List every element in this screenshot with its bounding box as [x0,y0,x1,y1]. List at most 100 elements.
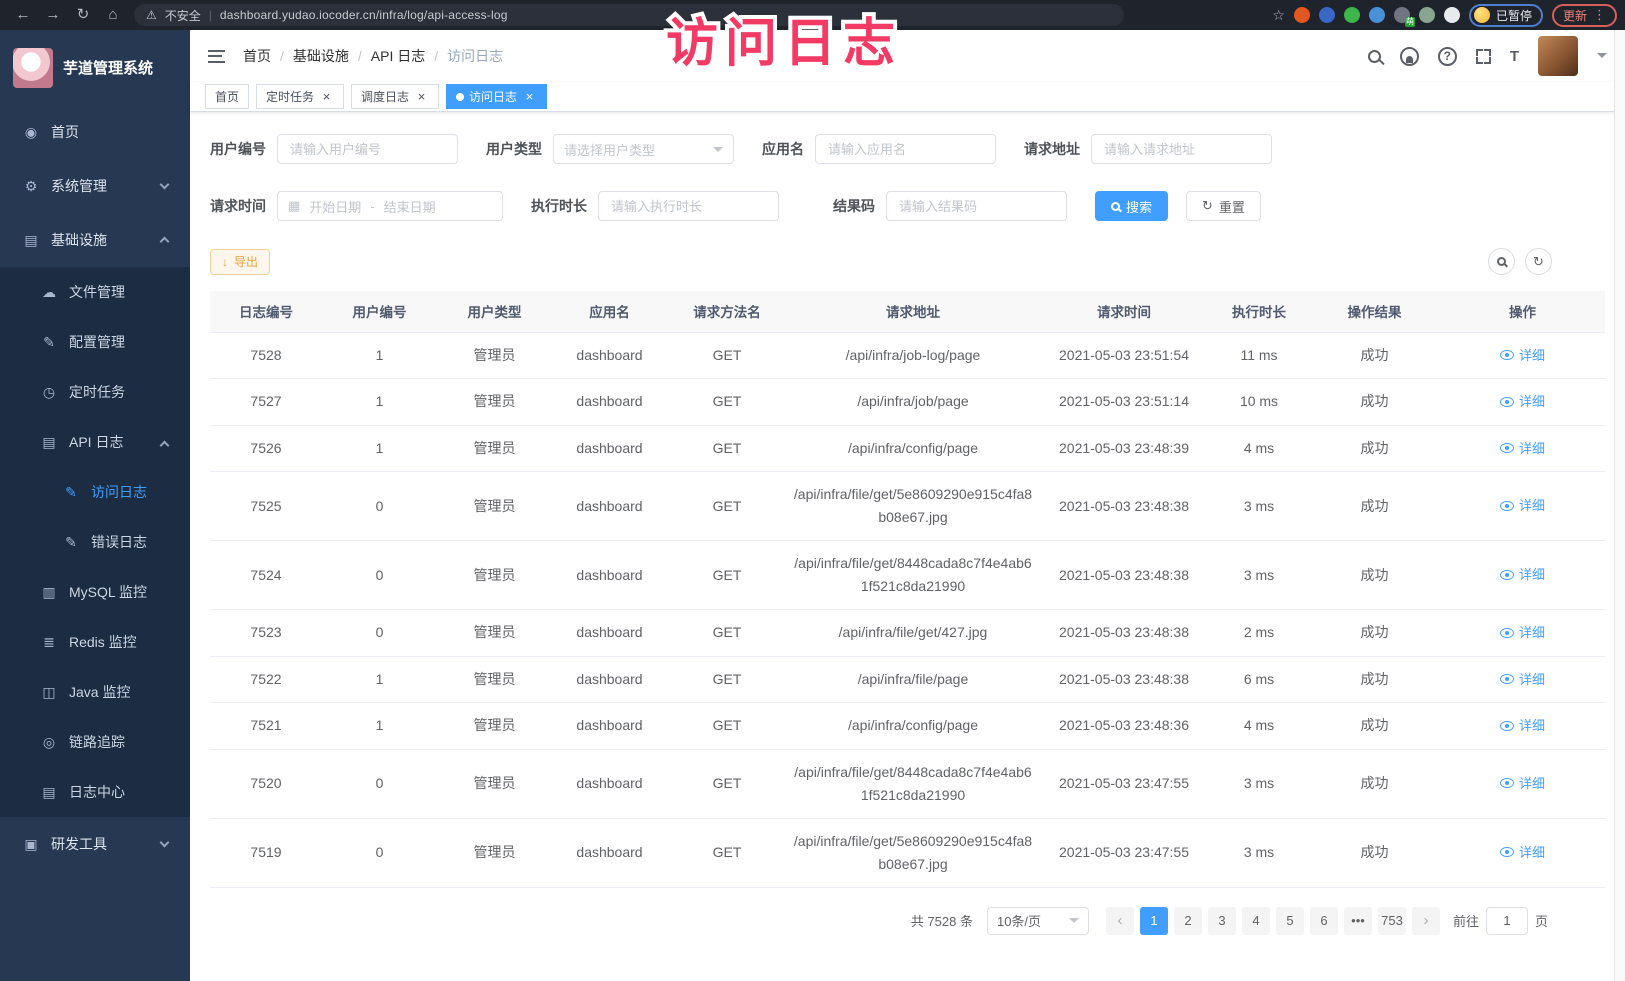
redis-monitor-icon: ≣ [40,634,58,651]
detail-link[interactable]: 详细 [1500,344,1545,367]
tab[interactable]: 首页 [205,84,249,109]
tab[interactable]: 访问日志× [446,84,547,109]
page-number-button[interactable]: 4 [1242,907,1270,935]
extension-grid-icon[interactable] [1369,7,1385,23]
tab[interactable]: 定时任务× [256,84,344,109]
page-size-select[interactable]: 10条/页 [987,907,1089,935]
reset-button[interactable]: ↻ 重置 [1186,191,1261,221]
cell: dashboard [552,425,667,472]
pagination: 共 7528 条 10条/页 ‹ 123456•••753 › 前往 页 [210,888,1605,935]
table-toolbar: ↓ 导出 ↻ [210,248,1605,275]
page-number-button[interactable]: 2 [1174,907,1202,935]
fullscreen-icon[interactable] [1476,49,1491,64]
extension-blue-shield-icon[interactable] [1319,7,1335,23]
close-icon[interactable]: × [414,89,429,104]
extension-pinwheel-icon[interactable] [1444,7,1460,23]
home-icon[interactable]: ⌂ [98,0,128,30]
sidebar-item[interactable]: ⚙系统管理 [0,159,190,213]
sidebar-item[interactable]: ✎配置管理 [0,317,190,367]
bookmark-star-icon[interactable]: ☆ [1272,7,1285,24]
table-row: 75250管理员dashboardGET/api/infra/file/get/… [210,472,1605,541]
back-icon[interactable]: ← [8,0,38,30]
request-url-input[interactable] [1091,134,1272,164]
search-button[interactable]: 搜索 [1095,191,1168,221]
duration-input[interactable] [598,191,779,221]
font-size-icon[interactable]: T [1510,48,1519,65]
extension-orange-ring-icon[interactable] [1294,7,1310,23]
goto-page-input[interactable] [1486,907,1528,935]
extension-list-icon[interactable]: 萌 [1394,7,1410,23]
app-name-input[interactable] [815,134,996,164]
detail-link[interactable]: 详细 [1500,841,1545,864]
breadcrumb-item[interactable]: 首页 [243,46,271,66]
refresh-table-button[interactable]: ↻ [1525,248,1552,275]
detail-link[interactable]: 详细 [1500,437,1545,460]
page-number-button[interactable]: 753 [1378,907,1406,935]
sidebar-item[interactable]: ◷定时任务 [0,367,190,417]
sidebar-item[interactable]: ▤API 日志 [0,417,190,467]
caret-down-icon[interactable] [1597,53,1607,63]
address-bar[interactable]: ⚠ 不安全 | dashboard.yudao.iocoder.cn/infra… [134,4,1124,26]
close-icon[interactable]: × [522,89,537,104]
detail-link[interactable]: 详细 [1500,494,1545,517]
cell: 管理员 [437,332,552,379]
sidebar-item[interactable]: ▥MySQL 监控 [0,567,190,617]
detail-link[interactable]: 详细 [1500,714,1545,737]
cell: 管理员 [437,749,552,818]
breadcrumb-item[interactable]: 基础设施 [293,46,349,66]
paused-badge[interactable]: 已暂停 [1469,4,1543,27]
page-number-button[interactable]: 3 [1208,907,1236,935]
sidebar-item-label: 日志中心 [69,782,125,802]
sidebar-item[interactable]: ◫Java 监控 [0,667,190,717]
app-logo[interactable]: 芋道管理系统 [0,30,190,105]
sidebar-item[interactable]: ◎链路追踪 [0,717,190,767]
detail-link[interactable]: 详细 [1500,621,1545,644]
browser-scrollbar[interactable] [1614,30,1625,981]
log-center-icon: ▤ [40,784,58,801]
sidebar-item[interactable]: ▤ 日志中心 [0,767,190,817]
filter-row-1: 用户编号 用户类型 请选择用户类型 应用名 请求地址 [210,134,1605,191]
page-number-button[interactable]: 5 [1276,907,1304,935]
help-icon[interactable]: ? [1438,47,1457,66]
sidebar-item[interactable]: ☁文件管理 [0,267,190,317]
user-id-input[interactable] [277,134,458,164]
sidebar-item[interactable]: ✎错误日志 [0,517,190,567]
breadcrumb-item[interactable]: API 日志 [371,46,425,66]
export-button[interactable]: ↓ 导出 [210,249,270,275]
prev-page-button[interactable]: ‹ [1106,907,1134,935]
cell: 2021-05-03 23:48:38 [1039,472,1209,541]
avatar[interactable] [1538,36,1578,76]
user-type-select[interactable]: 请选择用户类型 [553,134,734,164]
page-number-button[interactable]: 1 [1140,907,1168,935]
sidebar-item[interactable]: ≣Redis 监控 [0,617,190,667]
page-number-button[interactable]: 6 [1310,907,1338,935]
date-range-picker[interactable]: ▦ 开始日期 - 结束日期 [277,191,503,221]
detail-link[interactable]: 详细 [1500,390,1545,413]
sidebar-item[interactable]: ▤基础设施 [0,213,190,267]
detail-link[interactable]: 详细 [1500,668,1545,691]
close-icon[interactable]: × [319,89,334,104]
result-code-input[interactable] [886,191,1067,221]
more-pages-icon[interactable]: ••• [1344,907,1372,935]
detail-link[interactable]: 详细 [1500,563,1545,586]
github-icon[interactable] [1400,47,1419,66]
forward-icon[interactable]: → [38,0,68,30]
goto-unit-label: 页 [1535,911,1548,930]
show-search-toggle-button[interactable] [1488,248,1515,275]
sidebar-item[interactable]: ◉首页 [0,105,190,159]
detail-link[interactable]: 详细 [1500,772,1545,795]
next-page-button[interactable]: › [1412,907,1440,935]
extension-ghost-icon[interactable] [1419,7,1435,23]
search-icon[interactable] [1368,50,1381,63]
sidebar-item[interactable]: ▣研发工具 [0,817,190,871]
detail-label: 详细 [1519,437,1545,460]
eye-icon [1500,847,1514,857]
cell: 管理员 [437,818,552,887]
tab[interactable]: 调度日志× [351,84,439,109]
update-button[interactable]: 更新 ⋮ [1552,4,1617,27]
hamburger-icon[interactable] [208,50,225,63]
extension-green-circle-icon[interactable] [1344,7,1360,23]
kebab-menu-icon[interactable]: ⋮ [1593,7,1606,23]
sidebar-item[interactable]: ✎访问日志 [0,467,190,517]
reload-icon[interactable]: ↻ [68,0,98,30]
